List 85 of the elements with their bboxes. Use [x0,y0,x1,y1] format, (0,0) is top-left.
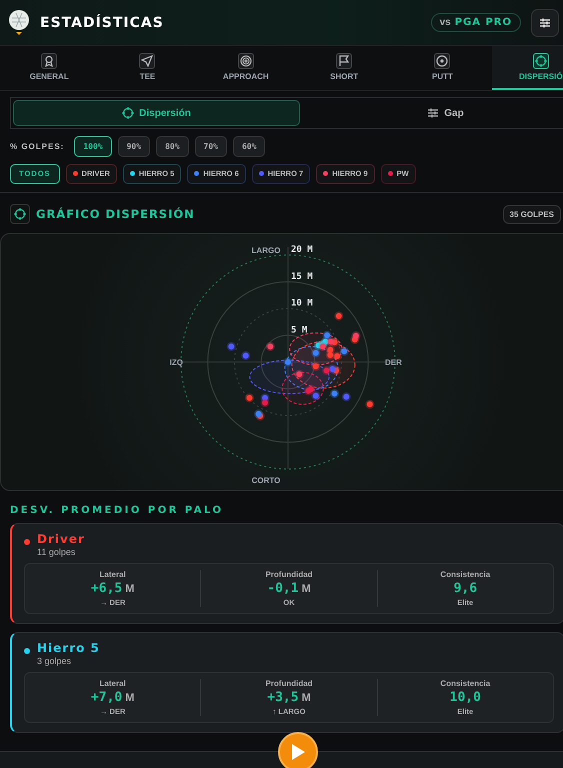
stat-unit: M [302,583,311,595]
shot-point [241,351,250,360]
target-icon [240,55,252,67]
direction-label: DER [385,358,402,367]
stat-value: -0,1 [267,581,299,596]
circle-dot-icon [436,55,448,67]
stat-value: +3,5 [267,690,299,705]
shot-point [226,342,236,351]
stat-value: +7,0 [90,690,122,705]
direction-label: LARGO [252,246,280,255]
shot-count: 3 golpes [37,656,72,666]
shot-point [334,312,344,320]
stat-label: Profundidad [265,570,313,579]
stat-value: +6,5 [90,581,122,596]
ring-label: 20 M [291,245,313,255]
stat-unit: M [125,583,134,595]
flag-icon [338,55,350,67]
comparison-badge[interactable]: vs PGA PRO [430,13,521,32]
percent-chip[interactable]: 90% [118,136,150,156]
crosshair-icon [14,208,26,220]
crosshair-icon [534,55,547,67]
shot-point [306,384,316,394]
shot-count-badge: 35 GOLPES [502,204,561,224]
shot-point [326,350,335,360]
percent-chip[interactable]: 70% [194,136,227,156]
percent-chip[interactable]: 100% [74,136,112,156]
ring-label: 10 M [291,298,313,308]
direction-label: IZQ [170,358,183,367]
club-name: Hierro 5 [37,641,100,655]
shot-point [326,337,336,346]
shot-point [311,348,320,358]
sliders-icon [427,107,440,119]
shot-point [294,370,304,379]
club-name: Driver [37,532,85,546]
tab[interactable]: SHORT [294,46,394,90]
shot-point [254,409,264,418]
stat-label: Consistencia [440,570,490,579]
shot-point [342,392,351,402]
percent-chip[interactable]: 80% [156,136,189,156]
stat-unit: M [125,692,134,704]
shot-point [365,400,374,409]
shot-point [322,366,332,376]
tab[interactable]: PUTT [393,46,492,90]
stat-label: Lateral [100,570,126,579]
stat-value: 9,6 [454,581,478,596]
ring-label: 5 M [291,325,308,336]
play-button[interactable] [278,732,318,768]
logo-icon [8,10,30,36]
filter-label: % GOLPES: [10,142,64,150]
direction-label: CORTO [252,476,280,485]
shot-count: 11 golpes [37,547,76,557]
tab[interactable]: APPROACH [196,46,295,90]
percent-chip[interactable]: 60% [232,136,266,156]
stat-label: Consistencia [440,679,490,688]
shot-point [330,389,340,398]
tab[interactable]: DISPERSIÓ [492,46,563,90]
tab[interactable]: GENERAL [0,46,98,90]
send-icon [141,55,154,67]
view-toggle[interactable]: Dispersión [13,100,300,126]
shot-point [266,342,275,351]
shot-point [340,346,349,356]
tab[interactable]: TEE [98,46,197,90]
ring-label: 15 M [291,272,313,282]
stat-label: Lateral [100,679,126,688]
shot-point [311,362,320,371]
shot-point [284,358,292,366]
section-title: DESV. PROMEDIO POR PALO [9,504,225,516]
stat-value: 10,0 [450,690,481,705]
page-title: ESTADÍSTICAS [40,14,165,30]
sliders-icon [539,16,551,28]
section-title: GRÁFICO DISPERSIÓN [36,207,196,221]
shot-point [332,352,342,361]
stat-unit: M [302,692,311,704]
shot-point [318,342,328,351]
play-icon [290,743,306,761]
shot-point [351,331,360,340]
shot-point [260,398,270,408]
shot-point [244,393,254,402]
filter-button[interactable] [531,8,559,36]
stat-label: Profundidad [265,679,313,688]
shot-point [322,330,332,340]
shot-point [311,391,320,400]
view-toggle[interactable]: Gap [302,100,563,126]
award-icon [43,55,56,67]
crosshair-icon [122,107,134,119]
